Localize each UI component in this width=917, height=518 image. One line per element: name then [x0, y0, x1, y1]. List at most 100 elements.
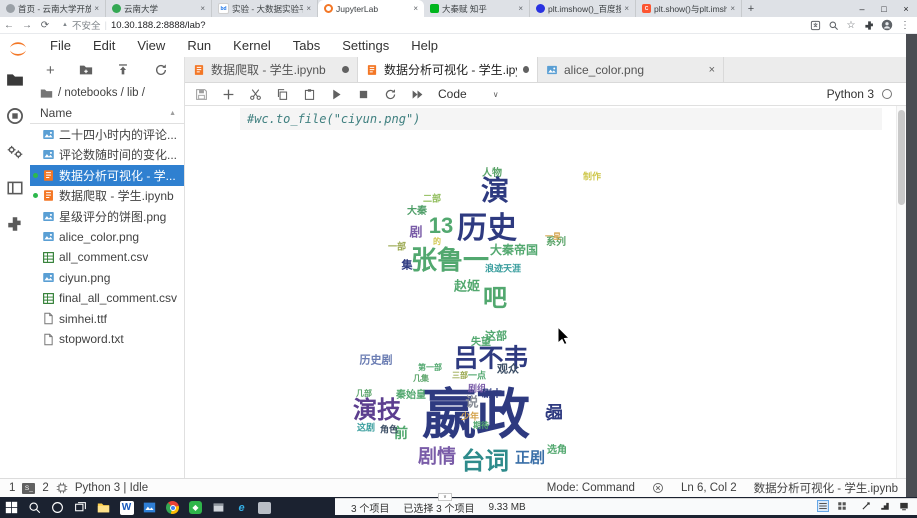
translate-icon[interactable] — [809, 19, 821, 31]
details-view-icon[interactable] — [818, 501, 828, 511]
restart-kernel-icon[interactable] — [384, 88, 397, 101]
sort-arrow-icon[interactable]: ▲ — [169, 110, 176, 117]
browser-menu-icon[interactable]: ⋮ — [899, 19, 911, 31]
photos-app-icon[interactable] — [142, 500, 157, 515]
commands-gears-icon[interactable] — [6, 143, 24, 161]
bookmark-star-icon[interactable]: ☆ — [845, 19, 857, 31]
start-button[interactable] — [4, 500, 19, 515]
new-folder-icon[interactable] — [79, 63, 93, 77]
tray-icon-2[interactable] — [880, 501, 890, 511]
cut-cell-icon[interactable] — [249, 88, 262, 101]
running-kernels-icon[interactable] — [6, 107, 24, 125]
tab-close-icon[interactable]: × — [518, 4, 523, 13]
tab-close-icon[interactable]: × — [413, 4, 418, 13]
tab-close-icon[interactable]: × — [624, 4, 629, 13]
browser-tab[interactable]: Cplt.show()与plt.imshow()× — [636, 0, 742, 17]
url-text[interactable]: 10.30.188.2:8888/lab? — [111, 20, 206, 31]
file-row[interactable]: simhei.ttf — [30, 309, 184, 330]
chrome-icon[interactable] — [165, 500, 180, 515]
upload-icon[interactable] — [116, 63, 130, 77]
menu-help[interactable]: Help — [400, 38, 449, 53]
kernel-indicator[interactable]: Python 3 — [827, 87, 906, 101]
security-chip[interactable]: ▲ 不安全 | 10.30.188.2:8888/lab? — [62, 18, 206, 32]
file-list-header[interactable]: Name ▲ — [30, 103, 184, 124]
restart-run-all-icon[interactable] — [411, 88, 424, 101]
gray-app-icon[interactable] — [257, 500, 272, 515]
file-row[interactable]: final_all_comment.csv — [30, 288, 184, 309]
close-icon[interactable]: × — [895, 4, 917, 14]
file-row[interactable]: 星级评分的饼图.png — [30, 206, 184, 227]
file-row[interactable]: 评论数随时间的变化... — [30, 145, 184, 166]
minimize-icon[interactable]: – — [851, 4, 873, 14]
breadcrumb[interactable]: / notebooks / lib / — [30, 83, 184, 103]
add-cell-icon[interactable] — [222, 88, 235, 101]
file-explorer-icon[interactable] — [96, 500, 111, 515]
profile-avatar[interactable] — [881, 19, 893, 31]
refresh-icon[interactable] — [154, 63, 168, 77]
notification-bell-icon[interactable] — [652, 482, 664, 494]
reload-icon[interactable]: ⟳ — [36, 20, 54, 31]
code-cell[interactable]: #wc.to_file("ciyun.png") — [240, 108, 882, 130]
tabs-panel-icon[interactable] — [6, 179, 24, 197]
task-view-icon[interactable] — [73, 500, 88, 515]
code-cell-source[interactable]: #wc.to_file("ciyun.png") — [247, 112, 420, 126]
kernel-status-text[interactable]: Python 3 | Idle — [75, 482, 148, 494]
menu-edit[interactable]: Edit — [82, 38, 126, 53]
new-tab-button[interactable]: + — [742, 0, 760, 17]
mode-indicator[interactable]: Mode: Command — [547, 482, 635, 494]
file-row[interactable]: ciyun.png — [30, 268, 184, 289]
doc-tab[interactable]: alice_color.png× — [538, 57, 724, 82]
thumbnail-view-icon[interactable] — [837, 501, 847, 511]
extension-manager-icon[interactable] — [6, 215, 24, 233]
paste-cell-icon[interactable] — [303, 88, 316, 101]
menu-settings[interactable]: Settings — [331, 38, 400, 53]
copy-cell-icon[interactable] — [276, 88, 289, 101]
forward-icon[interactable]: → — [18, 20, 36, 31]
doc-tab[interactable]: 数据爬取 - 学生.ipynb — [185, 57, 358, 82]
doc-tab[interactable]: 数据分析可视化 - 学生.ipynb — [358, 57, 538, 82]
scrollbar-thumb[interactable] — [898, 110, 905, 205]
search-icon[interactable] — [27, 500, 42, 515]
file-row[interactable]: 数据爬取 - 学生.ipynb — [30, 186, 184, 207]
back-icon[interactable]: ← — [0, 20, 18, 31]
browser-tab[interactable]: 大秦赋 知乎× — [424, 0, 530, 17]
maximize-icon[interactable]: □ — [873, 4, 895, 14]
doc-tab-close-icon[interactable]: × — [709, 64, 715, 76]
save-icon[interactable] — [195, 88, 208, 101]
tab-close-icon[interactable]: × — [306, 4, 311, 13]
browser-tab[interactable]: bd实验 - 大数据实验平台× — [212, 0, 318, 17]
file-row[interactable]: alice_color.png — [30, 227, 184, 248]
zoom-icon[interactable] — [827, 19, 839, 31]
stop-kernel-icon[interactable] — [357, 88, 370, 101]
file-row[interactable]: 数据分析可视化 - 学... — [30, 165, 184, 186]
run-cell-icon[interactable] — [330, 88, 343, 101]
browser-tab[interactable]: plt.imshow()_百度搜索× — [530, 0, 636, 17]
browser-tab[interactable]: 首页 - 云南大学开放平台× — [0, 0, 106, 17]
file-browser-icon[interactable] — [6, 71, 24, 89]
tray-icon-1[interactable] — [861, 501, 871, 511]
tab-close-icon[interactable]: × — [200, 4, 205, 13]
browser-tab[interactable]: JupyterLab× — [318, 0, 424, 17]
file-row[interactable]: 二十四小时内的评论... — [30, 124, 184, 145]
kernels-count[interactable]: 2 — [42, 482, 48, 494]
tray-icon-3[interactable] — [899, 501, 909, 511]
menu-run[interactable]: Run — [176, 38, 222, 53]
word-app-icon[interactable]: W — [119, 500, 134, 515]
breadcrumb-path[interactable]: / notebooks / lib / — [58, 87, 145, 99]
cell-type-dropdown[interactable]: Code ∨ — [438, 87, 499, 101]
browser-tab[interactable]: 云南大学× — [106, 0, 212, 17]
terminals-count[interactable]: 1 — [9, 482, 15, 494]
notebook-content[interactable]: #wc.to_file("ciyun.png") 嬴政张鲁一历史演吕不韦台词演技… — [185, 106, 906, 478]
extensions-icon[interactable] — [863, 19, 875, 31]
ie-icon[interactable]: e — [234, 500, 249, 515]
menu-tabs[interactable]: Tabs — [282, 38, 331, 53]
tab-close-icon[interactable]: × — [94, 4, 99, 13]
explorer-scroll-chevron[interactable]: ∨ — [438, 493, 452, 501]
notebook-scrollbar[interactable] — [896, 106, 906, 478]
new-launcher-icon[interactable]: + — [46, 63, 55, 78]
green-app-icon[interactable]: ◆ — [188, 500, 203, 515]
menu-kernel[interactable]: Kernel — [222, 38, 282, 53]
file-row[interactable]: all_comment.csv — [30, 247, 184, 268]
menu-view[interactable]: View — [126, 38, 176, 53]
cursor-position[interactable]: Ln 6, Col 2 — [681, 482, 737, 494]
